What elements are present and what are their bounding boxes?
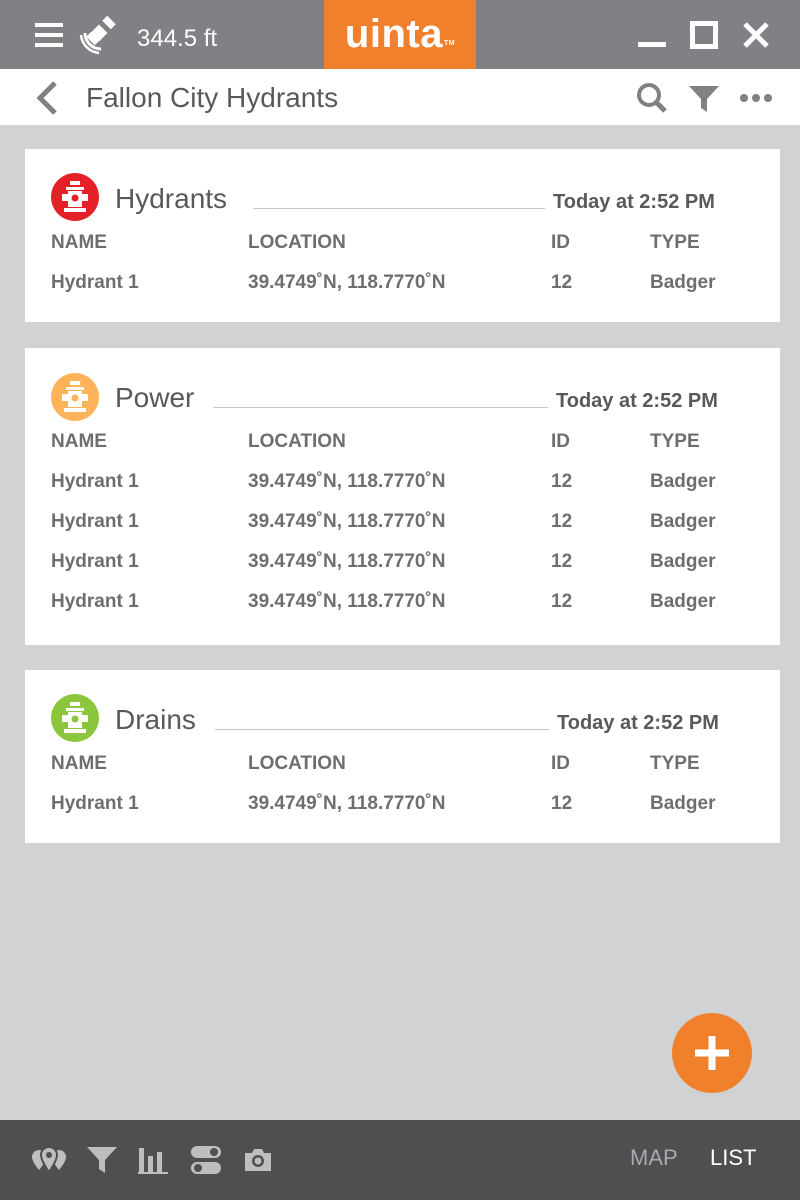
bar-chart-icon[interactable] <box>138 1120 168 1200</box>
column-header-name: NAME <box>51 753 107 774</box>
layer-card-power[interactable]: Power Today at 2:52 PM NAME LOCATION ID … <box>25 348 780 645</box>
tab-list[interactable]: LIST <box>710 1120 756 1196</box>
hydrant-icon <box>51 373 99 421</box>
column-header-id: ID <box>551 431 570 452</box>
cell-name: Hydrant 1 <box>51 272 139 293</box>
tab-map[interactable]: MAP <box>630 1120 678 1196</box>
cell-id: 12 <box>551 793 573 814</box>
column-header-id: ID <box>551 753 570 774</box>
layer-card-hydrants[interactable]: Hydrants Today at 2:52 PM NAME LOCATION … <box>25 149 780 322</box>
cell-location: 39.4749˚N, 118.7770˚N <box>248 471 446 492</box>
hydrant-icon <box>51 694 99 742</box>
card-timestamp: Today at 2:52 PM <box>556 390 718 412</box>
card-timestamp: Today at 2:52 PM <box>553 191 715 213</box>
list-header: Fallon City Hydrants <box>0 69 800 125</box>
cell-type: Badger <box>650 511 716 532</box>
column-header-location: LOCATION <box>248 431 346 452</box>
cell-location: 39.4749˚N, 118.7770˚N <box>248 793 446 814</box>
title-divider <box>253 208 545 209</box>
page-title: Fallon City Hydrants <box>86 82 339 113</box>
cell-location: 39.4749˚N, 118.7770˚N <box>248 551 446 572</box>
card-timestamp: Today at 2:52 PM <box>557 712 719 734</box>
search-icon[interactable] <box>636 69 668 127</box>
plus-icon <box>695 1036 729 1070</box>
cell-name: Hydrant 1 <box>51 793 139 814</box>
cell-location: 39.4749˚N, 118.7770˚N <box>248 591 446 612</box>
distance-readout: 344.5 ft <box>137 25 218 52</box>
cell-type: Badger <box>650 272 716 293</box>
filter-icon[interactable] <box>688 69 720 127</box>
cell-id: 12 <box>551 511 573 532</box>
maximize-icon[interactable] <box>690 0 718 69</box>
card-title: Power <box>115 382 195 413</box>
more-dots-icon[interactable] <box>740 69 772 127</box>
cell-name: Hydrant 1 <box>51 471 139 492</box>
column-header-type: TYPE <box>650 232 700 253</box>
gps-satellite-icon[interactable] <box>78 0 120 69</box>
cell-location: 39.4749˚N, 118.7770˚N <box>248 272 446 293</box>
chevron-left-icon[interactable] <box>34 69 60 127</box>
column-header-type: TYPE <box>650 431 700 452</box>
cell-id: 12 <box>551 272 573 293</box>
cell-name: Hydrant 1 <box>51 591 139 612</box>
column-header-id: ID <box>551 232 570 253</box>
cell-location: 39.4749˚N, 118.7770˚N <box>248 511 446 532</box>
column-header-name: NAME <box>51 232 107 253</box>
cell-type: Badger <box>650 591 716 612</box>
column-header-type: TYPE <box>650 753 700 774</box>
column-header-location: LOCATION <box>248 232 346 253</box>
layer-card-drains[interactable]: Drains Today at 2:52 PM NAME LOCATION ID… <box>25 670 780 843</box>
title-divider <box>213 407 548 408</box>
minimize-icon[interactable] <box>638 0 666 69</box>
close-icon[interactable] <box>742 0 770 69</box>
logo-trademark: TM <box>443 40 456 47</box>
cell-type: Badger <box>650 793 716 814</box>
menu-icon[interactable] <box>34 0 64 69</box>
card-title: Drains <box>115 704 196 735</box>
add-feature-button[interactable] <box>672 1013 752 1093</box>
cell-type: Badger <box>650 471 716 492</box>
logo-text: uinta <box>344 12 443 56</box>
map-pins-icon[interactable] <box>31 1120 67 1200</box>
title-divider <box>215 729 549 730</box>
column-header-location: LOCATION <box>248 753 346 774</box>
cell-type: Badger <box>650 551 716 572</box>
cell-id: 12 <box>551 471 573 492</box>
camera-icon[interactable] <box>243 1120 273 1200</box>
brand-logo: uinta TM <box>324 0 476 69</box>
cell-id: 12 <box>551 551 573 572</box>
hydrant-icon <box>51 173 99 221</box>
bottom-toolbar <box>0 1120 800 1200</box>
filter-icon[interactable] <box>86 1120 118 1200</box>
cell-name: Hydrant 1 <box>51 551 139 572</box>
toggle-switch-icon[interactable] <box>190 1120 222 1200</box>
cell-name: Hydrant 1 <box>51 511 139 532</box>
cell-id: 12 <box>551 591 573 612</box>
column-header-name: NAME <box>51 431 107 452</box>
card-title: Hydrants <box>115 183 228 214</box>
